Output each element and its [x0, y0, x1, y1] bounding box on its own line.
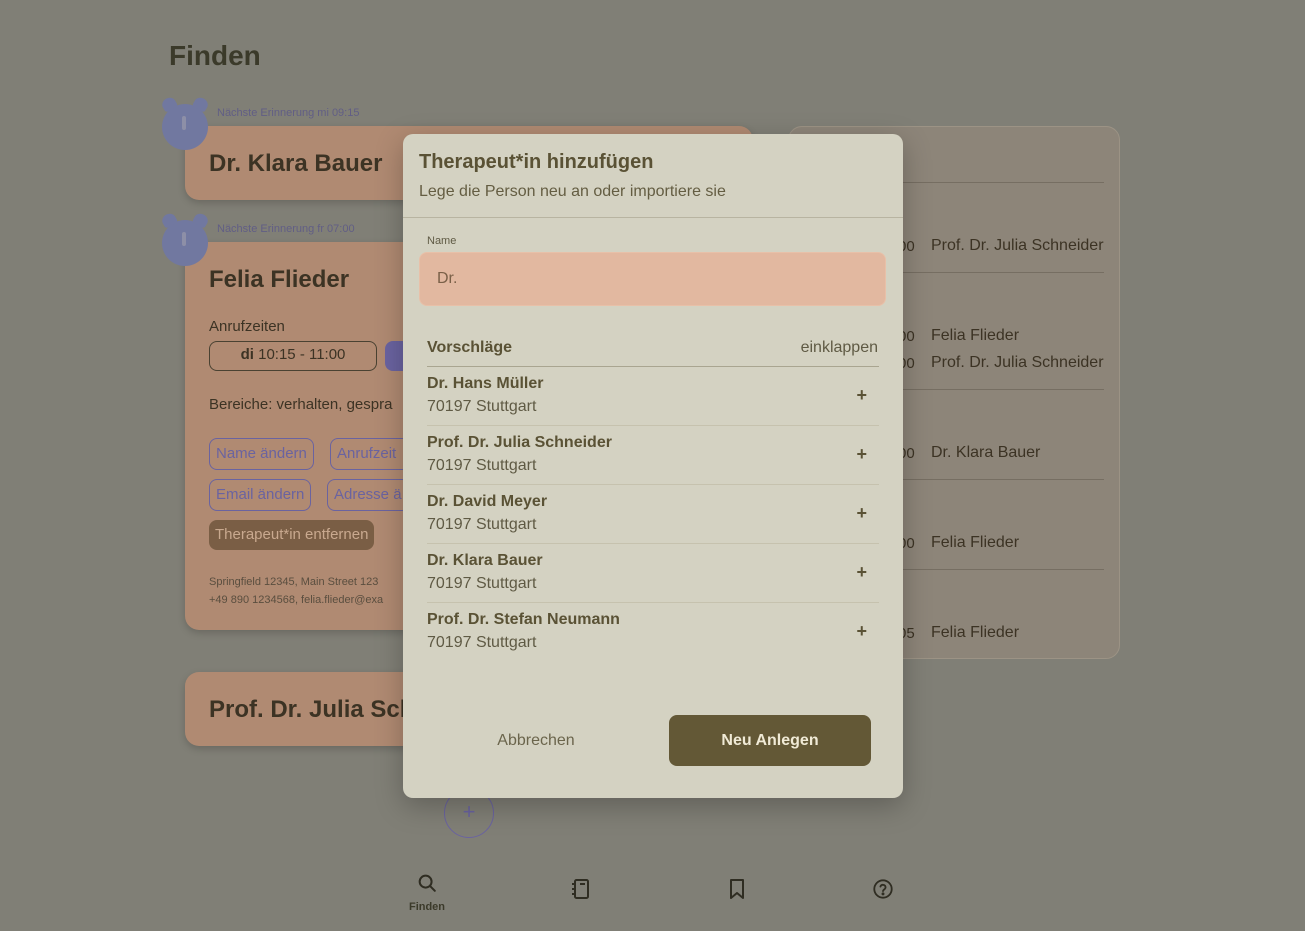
suggestion-name: Prof. Dr. Julia Schneider	[427, 434, 612, 451]
collapse-suggestions-button[interactable]: einklappen	[801, 339, 878, 357]
suggestion-city: 70197 Stuttgart	[427, 575, 537, 592]
suggestion-city: 70197 Stuttgart	[427, 516, 537, 533]
card-name: Prof. Dr. Julia Schn	[209, 696, 430, 723]
entry-name[interactable]: Prof. Dr. Julia Schneider	[931, 237, 1104, 255]
add-suggestion-button[interactable]: +	[856, 444, 867, 465]
suggestion-city: 70197 Stuttgart	[427, 634, 537, 651]
add-suggestion-button[interactable]: +	[856, 562, 867, 583]
call-times-button[interactable]: Anrufzeit	[330, 438, 410, 470]
entry-name[interactable]: Felia Flieder	[931, 327, 1019, 345]
add-therapist-dialog: Therapeut*in hinzufügen Lege die Person …	[403, 134, 903, 798]
suggestion-name: Prof. Dr. Stefan Neumann	[427, 611, 620, 628]
email-button[interactable]: Email ändern	[209, 479, 312, 511]
rename-button[interactable]: Name ändern	[209, 438, 314, 470]
reminder-text: Nächste Erinnerung fr 07:00	[217, 223, 355, 235]
suggestion-item[interactable]: Dr. Hans Müller 70197 Stuttgart +	[427, 367, 879, 426]
suggestion-item[interactable]: Prof. Dr. Stefan Neumann 70197 Stuttgart…	[427, 603, 879, 662]
page-title: Finden	[169, 40, 261, 71]
call-time-day: di	[240, 346, 254, 363]
suggestion-name: Dr. David Meyer	[427, 493, 548, 510]
add-suggestion-button[interactable]: +	[856, 385, 867, 406]
alarm-icon	[162, 104, 208, 150]
suggestion-name: Dr. Klara Bauer	[427, 552, 543, 569]
call-time-range: 10:15 - 11:00	[258, 346, 346, 363]
alarm-icon	[162, 220, 208, 266]
suggestion-item[interactable]: Dr. David Meyer 70197 Stuttgart +	[427, 485, 879, 544]
address-line: Springfield 12345, Main Street 123	[209, 576, 379, 588]
suggestion-city: 70197 Stuttgart	[427, 398, 537, 415]
name-input[interactable]	[419, 252, 886, 306]
entry-name[interactable]: Dr. Klara Bauer	[931, 444, 1040, 462]
cancel-button[interactable]: Abbrechen	[427, 715, 645, 766]
contact-line: +49 890 1234568, felia.flieder@exa	[209, 594, 384, 606]
suggestion-name: Dr. Hans Müller	[427, 375, 544, 392]
nav-bookmarks[interactable]	[727, 878, 747, 905]
nav-find[interactable]: Finden	[404, 872, 450, 913]
call-times-label: Anrufzeiten	[209, 318, 285, 335]
create-new-button[interactable]: Neu Anlegen	[669, 715, 871, 766]
suggestion-item[interactable]: Prof. Dr. Julia Schneider 70197 Stuttgar…	[427, 426, 879, 485]
notebook-icon	[572, 879, 589, 899]
entry-name[interactable]: Prof. Dr. Julia Schneider	[931, 354, 1104, 372]
reminder-text: Nächste Erinnerung mi 09:15	[217, 107, 360, 119]
add-suggestion-button[interactable]: +	[856, 503, 867, 524]
divider	[403, 217, 903, 218]
address-button[interactable]: Adresse ä	[327, 479, 410, 511]
suggestion-city: 70197 Stuttgart	[427, 457, 537, 474]
bottom-navigation: Finden	[0, 860, 1305, 931]
plus-icon: +	[462, 799, 476, 824]
card-name: Dr. Klara Bauer	[209, 150, 383, 177]
name-field-label: Name	[427, 235, 457, 247]
nav-help[interactable]	[872, 878, 894, 905]
search-icon	[418, 874, 436, 892]
card-name: Felia Flieder	[209, 266, 350, 293]
remove-therapist-button[interactable]: Therapeut*in entfernen	[209, 520, 375, 550]
nav-notebook[interactable]	[570, 878, 592, 905]
entry-name[interactable]: Felia Flieder	[931, 534, 1019, 552]
suggestions-heading: Vorschläge	[427, 339, 513, 356]
areas-text: Bereiche: verhalten, gespra	[209, 396, 393, 413]
add-suggestion-button[interactable]: +	[856, 621, 867, 642]
dialog-subtitle: Lege die Person neu an oder importiere s…	[419, 183, 726, 200]
suggestion-item[interactable]: Dr. Klara Bauer 70197 Stuttgart +	[427, 544, 879, 603]
bookmark-icon	[730, 879, 744, 899]
entry-name[interactable]: Felia Flieder	[931, 624, 1019, 642]
nav-label: Finden	[408, 901, 446, 913]
call-time-slot[interactable]: di 10:15 - 11:00	[209, 341, 377, 371]
help-icon	[873, 879, 893, 899]
dialog-title: Therapeut*in hinzufügen	[419, 151, 654, 173]
